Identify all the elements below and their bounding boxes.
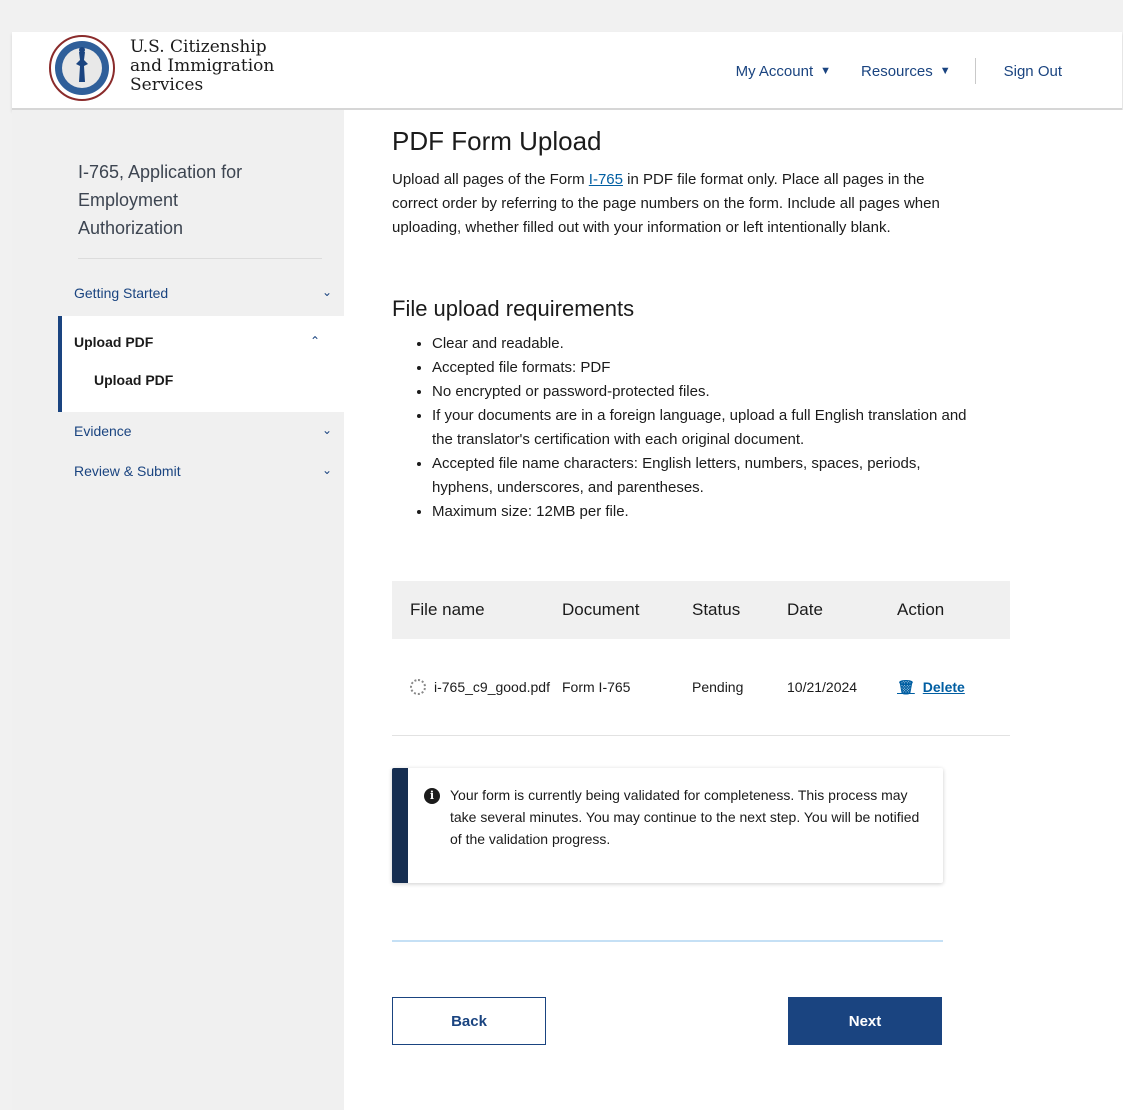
requirements-heading: File upload requirements (392, 296, 635, 321)
agency-name-line3: Services (130, 75, 204, 95)
header-nav: My Account ▼ Resources ▼ Sign Out (706, 58, 1062, 84)
sidebar-item-evidence[interactable]: Evidence ⌄ (74, 423, 344, 439)
date-cell: 10/21/2024 (787, 679, 858, 695)
column-header-date: Date (787, 600, 823, 619)
page-title: PDF Form Upload (392, 126, 602, 156)
status-cell: Pending (692, 679, 744, 695)
chevron-down-icon: ⌄ (322, 285, 333, 299)
nav-divider (974, 58, 976, 84)
sidebar-item-upload-pdf[interactable]: Upload PDF ⌃ Upload PDF (58, 316, 348, 412)
uploads-table: File name Document Status Date Action i-… (392, 581, 1010, 736)
list-item: Clear and readable. (432, 332, 972, 356)
my-account-menu[interactable]: My Account ▼ (736, 63, 831, 80)
i-765-link[interactable]: I-765 (589, 171, 623, 188)
delete-button[interactable]: 🗑 Delete (897, 679, 1010, 696)
back-button[interactable]: Back (392, 997, 546, 1045)
agency-name[interactable]: U.S. Citizenship and Immigration Service… (130, 38, 274, 95)
sign-out-link[interactable]: Sign Out (1004, 63, 1062, 80)
caret-down-icon: ▼ (820, 65, 832, 77)
site-header: U.S. Citizenship and Immigration Service… (12, 32, 1122, 110)
sidebar: I-765, Application for Employment Author… (12, 110, 348, 1110)
sidebar-item-label: Getting Started (74, 285, 169, 301)
next-button[interactable]: Next (788, 997, 942, 1045)
chevron-up-icon: ⌃ (310, 334, 321, 348)
column-header-document: Document (562, 600, 640, 619)
list-item: Accepted file name characters: English l… (432, 452, 972, 500)
column-header-action: Action (897, 600, 945, 619)
list-item: No encrypted or password-protected files… (432, 380, 972, 404)
column-header-file-name: File name (410, 600, 485, 619)
column-header-status: Status (692, 600, 741, 619)
resources-menu[interactable]: Resources ▼ (861, 63, 951, 80)
info-icon: i (424, 788, 440, 804)
trash-icon: 🗑 (897, 678, 915, 695)
document-cell: Form I-765 (562, 679, 631, 695)
sidebar-item-review-submit[interactable]: Review & Submit ⌄ (74, 463, 344, 479)
uscis-seal-icon[interactable] (48, 34, 116, 102)
list-item: Maximum size: 12MB per file. (432, 500, 972, 524)
file-name-cell: i-765_c9_good.pdf (392, 678, 562, 696)
sidebar-subitem-upload-pdf[interactable]: Upload PDF (94, 372, 173, 388)
alert-text: Your form is currently being validated f… (450, 787, 920, 847)
list-item: Accepted file formats: PDF (432, 356, 972, 380)
main-content: PDF Form Upload Upload all pages of the … (344, 110, 1123, 1110)
sidebar-item-getting-started[interactable]: Getting Started ⌄ (74, 285, 344, 301)
table-row: i-765_c9_good.pdf Form I-765 Pending 10/… (392, 639, 1010, 736)
sidebar-item-label: Evidence (74, 423, 132, 439)
sidebar-item-label: Review & Submit (74, 463, 181, 479)
resources-label: Resources (861, 62, 933, 80)
agency-name-line2: and Immigration (130, 56, 275, 76)
intro-text: Upload all pages of the Form I-765 in PD… (392, 168, 952, 240)
chevron-down-icon: ⌄ (322, 423, 333, 437)
requirements-list: Clear and readable. Accepted file format… (392, 332, 972, 524)
validation-info-alert: i Your form is currently being validated… (392, 768, 943, 883)
list-item: If your documents are in a foreign langu… (432, 404, 972, 452)
sidebar-item-label: Upload PDF (74, 334, 154, 350)
caret-down-icon: ▼ (939, 65, 951, 77)
form-title: I-765, Application for Employment Author… (78, 162, 243, 238)
chevron-down-icon: ⌄ (322, 463, 333, 477)
table-header: File name Document Status Date Action (392, 581, 1010, 639)
delete-label: Delete (922, 679, 965, 695)
action-cell: 🗑 Delete (897, 679, 1010, 696)
intro-text-before: Upload all pages of the Form (392, 171, 589, 188)
file-name: i-765_c9_good.pdf (434, 679, 550, 695)
loading-spinner-icon (410, 679, 426, 695)
agency-name-line1: U.S. Citizenship (130, 37, 267, 57)
my-account-label: My Account (735, 62, 814, 80)
section-divider (392, 940, 943, 942)
sidebar-divider (78, 258, 322, 259)
browser-top-strip (0, 0, 1123, 32)
